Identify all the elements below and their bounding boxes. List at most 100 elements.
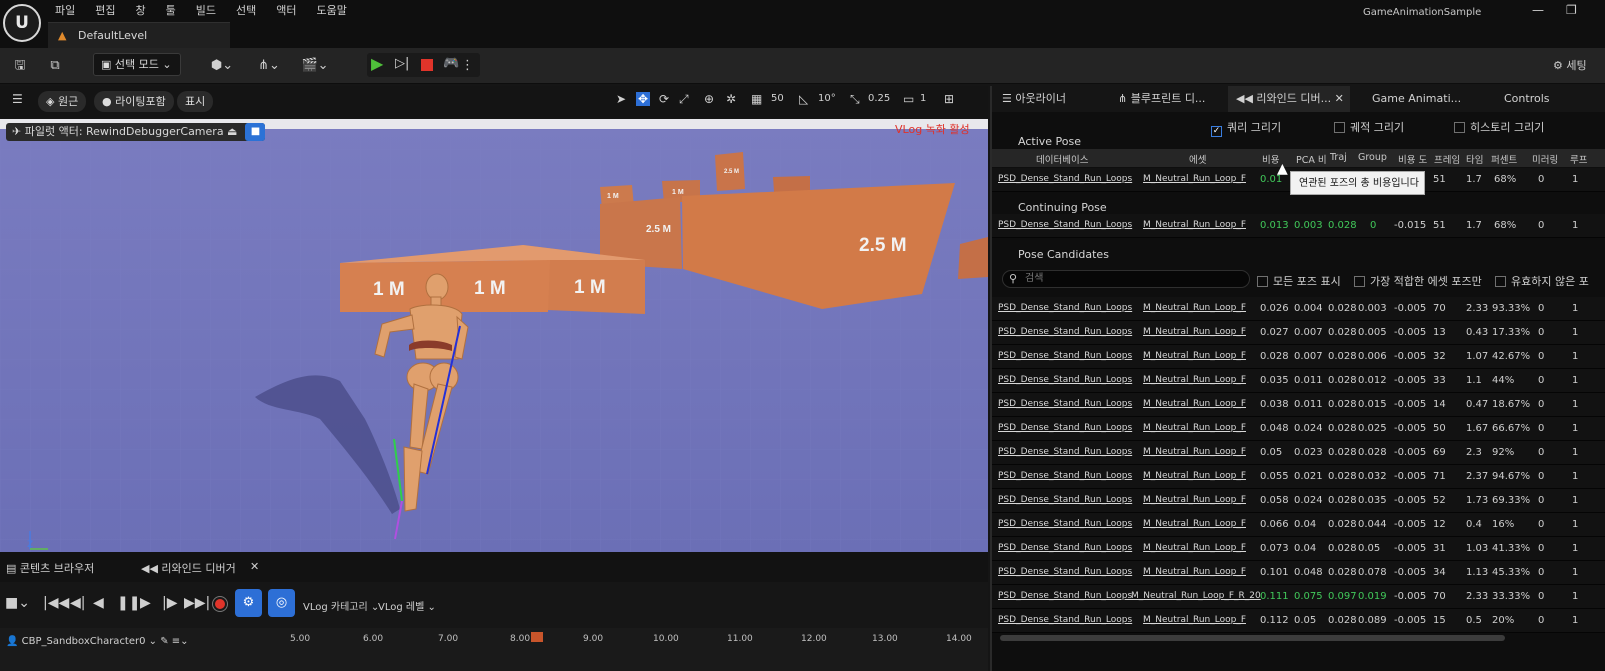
candidate-row[interactable]: PSD_Dense_Stand_Run_Loops M_Neutral_Run_L… [992,369,1605,393]
minimize-icon[interactable]: — [1532,3,1544,17]
camera-speed-value[interactable]: 1 [920,93,926,104]
camera-icon[interactable]: ■ [245,123,266,141]
database-link[interactable]: PSD_Dense_Stand_Run_Loops [998,174,1132,184]
draw-history-checkbox[interactable] [1454,122,1465,133]
camera-speed-icon[interactable]: ▭ [903,92,914,106]
database-link[interactable]: PSD_Dense_Stand_Run_Loops [998,327,1132,337]
candidate-row[interactable]: PSD_Dense_Stand_Run_Loops M_Neutral_Run_L… [992,393,1605,417]
menu-tools[interactable]: 툴 [166,2,176,20]
candidate-row[interactable]: PSD_Dense_Stand_Run_Loops M_Neutral_Run_L… [992,489,1605,513]
timeline-ruler[interactable]: 5.00 6.00 7.00 8.00 9.00 10.00 11.00 12.… [240,628,988,671]
play-icon[interactable]: ▶ [371,54,383,73]
track-actor-icon[interactable]: ⚙ [235,589,262,617]
grid-snap-icon[interactable]: ▦ [751,92,762,106]
timeline[interactable]: 👤 CBP_SandboxCharacter0 ⌄ ✎ ≡⌄ 5.00 6.00… [0,628,988,671]
blueprint-icon[interactable]: ⋔⌄ [252,53,286,79]
rotate-icon[interactable]: ⟳ [659,92,669,106]
cinematics-icon[interactable]: 🎬⌄ [298,53,332,79]
asset-link[interactable]: M_Neutral_Run_Loop_F [1143,567,1246,577]
candidate-row[interactable]: PSD_Dense_Stand_Run_Loops M_Neutral_Run_L… [992,345,1605,369]
candidate-row[interactable]: PSD_Dense_Stand_Run_Loops M_Neutral_Run_L… [992,321,1605,345]
database-link[interactable]: PSD_Dense_Stand_Run_Loops [998,447,1132,457]
show-all-poses-toggle[interactable]: 모든 포즈 표시 [1257,273,1341,289]
scale-snap-icon[interactable]: ⤡ [850,92,860,107]
filter-icon[interactable]: ≡⌄ [172,636,189,647]
candidate-row[interactable]: PSD_Dense_Stand_Run_Loops M_Neutral_Run_L… [992,537,1605,561]
database-link[interactable]: PSD_Dense_Stand_Run_Loops [998,471,1132,481]
more-icon[interactable]: ⋮ [461,53,474,79]
eject-icon[interactable]: ⏏ [224,125,237,138]
select-cursor-icon[interactable]: ➤ [616,92,626,106]
picker-icon[interactable]: ✎ [160,636,172,647]
asset-link[interactable]: M_Neutral_Run_Loop_F [1143,543,1246,553]
col-frame[interactable]: 프레임 [1434,152,1460,166]
record-icon[interactable] [213,597,227,611]
tab-controls[interactable]: Controls [1484,86,1564,112]
tab-blueprint-debugger[interactable]: ⋔ 블루프린트 디... [1114,86,1224,112]
reverse-play-icon[interactable]: ◀ [93,595,104,611]
vlog-level-dropdown[interactable]: VLog 레벨 ⌄ [378,598,436,613]
section-active-pose[interactable]: Active Pose [992,134,1605,150]
asset-link[interactable]: M_Neutral_Run_Loop_F [1143,220,1246,230]
menu-window[interactable]: 창 [136,2,146,20]
show-all-poses-checkbox[interactable] [1257,276,1268,287]
col-traj[interactable]: Traj [1330,152,1347,163]
database-link[interactable]: PSD_Dense_Stand_Run_Loops [998,615,1132,625]
menu-actor[interactable]: 액터 [276,2,296,20]
col-pca[interactable]: PCA 비 [1296,152,1327,166]
save-icon[interactable]: 🖫 [10,53,30,79]
show-invalid-checkbox[interactable] [1495,276,1506,287]
scale-snap-value[interactable]: 0.25 [868,93,890,104]
asset-link[interactable]: M_Neutral_Run_Loop_F [1143,471,1246,481]
show-button[interactable]: 표시 [177,91,214,112]
close-icon[interactable]: ✕ [1331,92,1344,105]
unreal-logo[interactable]: U [3,4,41,42]
rotation-snap-icon[interactable]: ◺ [799,92,808,106]
asset-link[interactable]: M_Neutral_Run_Loop_F [1143,375,1246,385]
menu-edit[interactable]: 편집 [95,2,115,20]
col-time[interactable]: 타임 [1466,152,1483,166]
col-loop[interactable]: 루프 [1570,152,1587,166]
candidate-row[interactable]: PSD_Dense_Stand_Run_Loops M_Neutral_Run_L… [992,465,1605,489]
mode-select[interactable]: ▣ 선택 모드 ⌄ [93,53,181,76]
lighting-button[interactable]: ● 라이팅포함 [94,91,174,112]
asset-link[interactable]: M_Neutral_Run_Loop_F [1143,615,1246,625]
browse-icon[interactable]: ⧉ [44,53,66,79]
rotation-snap-value[interactable]: 10° [818,93,836,104]
candidate-row[interactable]: PSD_Dense_Stand_Run_Loops M_Neutral_Run_L… [992,609,1605,633]
database-link[interactable]: PSD_Dense_Stand_Run_Loops [998,303,1132,313]
tab-game-animation[interactable]: Game Animati... [1364,86,1474,112]
database-link[interactable]: PSD_Dense_Stand_Run_Loops [998,351,1132,361]
menu-select[interactable]: 선택 [236,2,256,20]
candidate-row[interactable]: PSD_Dense_Stand_Run_Loops M_Neutral_Run_L… [992,513,1605,537]
asset-link[interactable]: M_Neutral_Run_Loop_F [1143,519,1246,529]
candidate-row[interactable]: PSD_Dense_Stand_Run_Loops M_Neutral_Run_L… [992,585,1605,609]
best-asset-toggle[interactable]: 가장 적합한 에셋 포즈만 [1354,273,1482,289]
col-asset[interactable]: 에셋 [1189,152,1206,166]
database-link[interactable]: PSD_Dense_Stand_Run_Loops [998,591,1132,601]
database-link[interactable]: PSD_Dense_Stand_Run_Loops [998,423,1132,433]
candidate-row[interactable]: PSD_Dense_Stand_Run_Loops M_Neutral_Run_L… [992,561,1605,585]
step-icon[interactable]: ▷| [395,56,409,71]
target-camera-icon[interactable]: ◎ [268,589,295,617]
tab-rewind-debugger[interactable]: ◀◀ 리와인드 디버거 [141,560,236,576]
skip-end-icon[interactable]: ▶▶| [184,595,210,611]
scale-icon[interactable]: ⤢ [679,92,689,107]
asset-link[interactable]: M_Neutral_Run_Loop_F [1143,399,1246,409]
database-link[interactable]: PSD_Dense_Stand_Run_Loops [998,220,1132,230]
best-asset-checkbox[interactable] [1354,276,1365,287]
asset-link[interactable]: M_Neutral_Run_Loop_F [1143,174,1246,184]
step-back-icon[interactable]: ◀| [70,595,85,611]
show-invalid-toggle[interactable]: 유효하지 않은 포 [1495,273,1589,289]
asset-link[interactable]: M_Neutral_Run_Loop_F [1143,495,1246,505]
asset-link[interactable]: M_Neutral_Run_Loop_F [1143,423,1246,433]
camera-dropdown-icon[interactable]: ■⌄ [5,595,30,611]
target-actor-selector[interactable]: 👤 CBP_SandboxCharacter0 ⌄ ✎ ≡⌄ [6,636,189,647]
globe-icon[interactable]: ⊕ [704,92,714,106]
skip-start-icon[interactable]: |◀◀ [43,595,69,611]
asset-link[interactable]: M_Neutral_Run_Loop_F [1143,351,1246,361]
database-link[interactable]: PSD_Dense_Stand_Run_Loops [998,495,1132,505]
maximize-icon[interactable]: ❐ [1566,3,1577,17]
menu-build[interactable]: 빌드 [196,2,216,20]
candidate-row[interactable]: PSD_Dense_Stand_Run_Loops M_Neutral_Run_L… [992,441,1605,465]
